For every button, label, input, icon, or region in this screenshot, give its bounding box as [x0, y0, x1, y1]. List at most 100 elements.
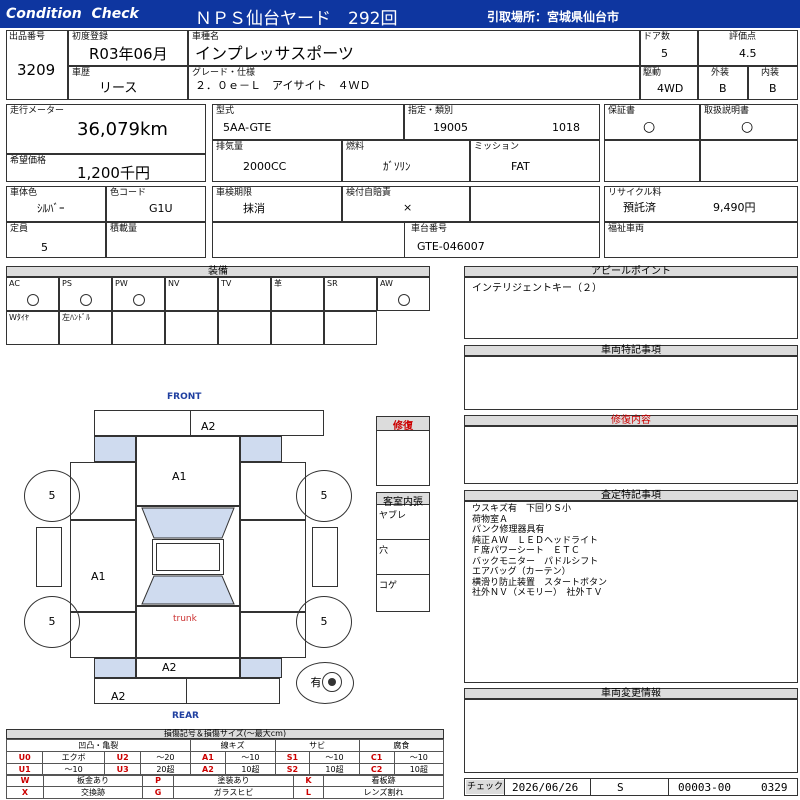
mission-label: ミッション — [474, 142, 520, 152]
special-title: 車両特記事項 — [464, 345, 798, 356]
price-label: 希望価格 — [10, 156, 47, 166]
price-value: 1,200千円 — [77, 164, 150, 182]
legend-row-a: U0 エクボ U2 〜20 A1 〜10 S1 〜10 C1 〜10 — [5, 751, 445, 764]
model-value: 5AA-GTE — [223, 121, 272, 134]
left-front-fender — [70, 462, 136, 520]
equipment-cell-NV: NV — [165, 277, 218, 311]
equipped-circle-icon — [27, 294, 39, 306]
appeal-title: アピールポイント — [464, 266, 798, 277]
legend-row-c: W 板金あり P 塗装あり K 看板跡 — [6, 774, 445, 787]
cabin-divider-1 — [376, 539, 430, 540]
recycle-label: リサイクル料 — [608, 188, 662, 198]
cabin-divider-2 — [376, 574, 430, 575]
doors-box: ドア数 5 — [640, 30, 698, 66]
legend-title: 損傷記号＆損傷サイズ(〜最大cm) — [6, 729, 444, 739]
exterior-value: B — [719, 82, 727, 95]
legend-code: X — [6, 786, 44, 799]
inspect-line: 荷物室Ａ — [472, 514, 509, 525]
legend-desc: 〜20 — [140, 751, 191, 764]
welfare-label: 福祉車両 — [608, 224, 645, 234]
car-name-label: 車種名 — [192, 32, 220, 42]
rear-right-light — [240, 658, 282, 678]
inspect-line: バックモニター パドルシフト — [472, 556, 599, 567]
manual-box: 取扱説明書 ○ — [700, 104, 798, 140]
rear-left-light — [94, 658, 136, 678]
check-date: 2026/06/26 — [512, 781, 579, 794]
inspect-line: パンク修理器具有 — [472, 525, 545, 535]
tire-front-right-value: 5 — [320, 489, 328, 502]
legend-group-2: 線キズ — [189, 739, 276, 752]
legend-desc: 塗装あり — [172, 774, 294, 787]
lot-number: 3209 — [17, 61, 56, 79]
equipped-circle-icon — [398, 294, 410, 306]
right-body — [240, 520, 306, 612]
rear-panel-code: A2 — [162, 661, 177, 674]
capacity-box: 定員 5 — [6, 222, 106, 258]
doors-value: 5 — [661, 47, 668, 60]
equipment-extra-label: 左ﾊﾝﾄﾞﾙ — [62, 313, 90, 322]
legend-desc: 〜10 — [393, 751, 445, 764]
equipment-extra-label: Wﾀｲﾔ — [9, 313, 29, 322]
drive-value: 4WD — [657, 82, 684, 95]
sheet-title: Condition Check — [6, 6, 139, 22]
designation-label: 指定・類別 — [408, 106, 454, 116]
repair-title: 修復 — [377, 417, 429, 432]
grade-box: グレード・仕様 ２．０ｅ－Ｌ アイサイト ４ＷＤ — [188, 66, 640, 100]
trunk-label: trunk — [173, 614, 197, 624]
warranty-label: 保証書 — [608, 106, 636, 116]
legend-desc: ガラスヒビ — [172, 786, 294, 799]
history-box: 車歴 リース — [68, 66, 188, 100]
hood — [136, 436, 240, 506]
chassis-divider — [404, 222, 405, 258]
model-box: 型式 5AA-GTE — [212, 104, 404, 140]
legend-code: K — [292, 774, 324, 787]
displacement-box: 排気量 2000CC — [212, 140, 342, 182]
doors-label: ドア数 — [643, 32, 671, 42]
extra-box-1 — [604, 140, 700, 182]
front-left-light — [94, 436, 136, 462]
history-label: 車歴 — [72, 68, 91, 78]
yard-title: ＮＰＳ仙台ヤード 292回 — [195, 9, 398, 29]
spare-tire-label: 有 — [310, 676, 322, 689]
inspection-box: 車検期限 抹消 — [212, 186, 342, 222]
color-code-box: 色コード G1U — [106, 186, 206, 222]
cabin-item-hole: 穴 — [379, 546, 389, 556]
lot-box: 出品番号 3209 — [6, 30, 68, 100]
grade-label: グレード・仕様 — [192, 68, 256, 78]
tire-front-right: 5 — [296, 470, 352, 522]
change-title: 車両変更情報 — [464, 688, 798, 699]
equipped-circle-icon — [80, 294, 92, 306]
cabin-title: 客室内張 — [377, 493, 429, 508]
check-inspector: S — [617, 781, 624, 794]
repair-content-title: 修復内容 — [464, 415, 798, 426]
insurance-box: 検付自賠責 × — [342, 186, 470, 222]
color-label: 車体色 — [10, 188, 38, 198]
tire-rear-right-value: 5 — [320, 615, 328, 628]
interior-box: 内装 B — [748, 66, 798, 100]
mission-box: ミッション FAT — [470, 140, 600, 182]
rear-label: REAR — [172, 711, 199, 721]
fuel-label: 燃料 — [346, 142, 365, 152]
check-divider-1 — [504, 778, 505, 796]
grade-value: ２．０ｅ－Ｌ アイサイト ４ＷＤ — [195, 79, 371, 92]
displacement-label: 排気量 — [216, 142, 244, 152]
cabin-item-burn: コゲ — [379, 581, 398, 591]
mileage-label: 走行メーター — [10, 106, 65, 116]
extra-box-2 — [700, 140, 798, 182]
mileage-value: 36,079km — [77, 119, 168, 140]
legend-code: U2 — [103, 751, 142, 764]
equipment-label: AW — [380, 279, 393, 288]
color-box: 車体色 ｼﾙﾊﾞｰ — [6, 186, 106, 222]
warranty-box: 保証書 ○ — [604, 104, 700, 140]
equipment-extra-cell: Wﾀｲﾔ — [6, 311, 59, 345]
inspect-line: 純正ＡＷ ＬＥＤヘッドライト — [472, 535, 599, 546]
equipment-label: NV — [168, 279, 180, 288]
repair-content-box — [464, 426, 798, 484]
equipment-cell-AC: AC — [6, 277, 59, 311]
insurance-label: 検付自賠責 — [346, 188, 392, 198]
legend-code: W — [6, 774, 44, 787]
exterior-box: 外装 B — [698, 66, 748, 100]
interior-value: B — [769, 82, 777, 95]
insurance-empty — [470, 186, 600, 222]
designation-box: 指定・類別 19005 1018 — [404, 104, 600, 140]
